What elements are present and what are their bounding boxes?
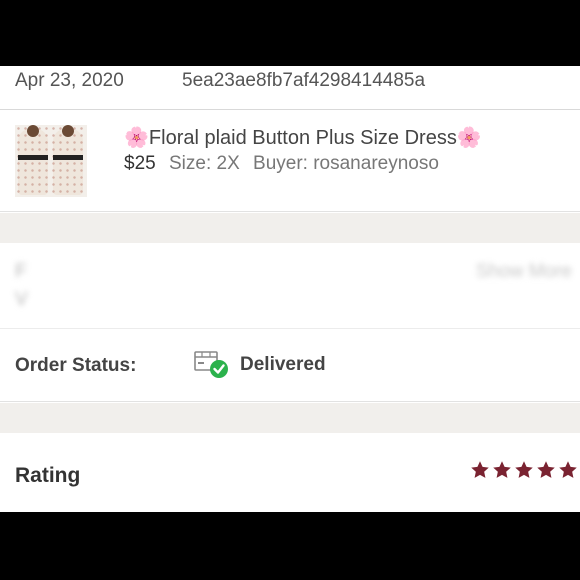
- floral-pattern: [15, 125, 87, 197]
- star-icon: [515, 461, 533, 478]
- item-row[interactable]: 🌸Floral plaid Button Plus Size Dress🌸 $2…: [0, 111, 580, 212]
- obscured-text: F: [15, 261, 27, 282]
- star-icon: [471, 461, 489, 478]
- rating-row: Rating: [0, 434, 580, 512]
- item-title-text: Floral plaid Button Plus Size Dress: [148, 127, 457, 149]
- order-status-row: Order Status: Delivered: [0, 330, 580, 402]
- item-price: $25: [124, 153, 156, 174]
- item-buyer: Buyer: rosanareynoso: [253, 153, 439, 174]
- star-icon: [559, 461, 577, 478]
- flower-icon: 🌸: [124, 127, 149, 149]
- box-check-icon: [194, 351, 228, 378]
- item-meta: $25 Size: 2X Buyer: rosanareynoso: [124, 153, 439, 175]
- flower-icon: 🌸: [456, 127, 482, 149]
- obscured-info-row: F V Show More: [0, 243, 580, 329]
- order-details-screen: Apr 23, 2020 5ea23ae8fb7af4298414485a 🌸F…: [0, 66, 580, 512]
- star-icon: [537, 461, 555, 478]
- item-thumbnail[interactable]: [15, 125, 87, 197]
- rating-label: Rating: [15, 464, 81, 487]
- item-size: Size: 2X: [168, 153, 240, 174]
- belt: [18, 155, 48, 160]
- show-more-link[interactable]: Show More: [476, 261, 572, 283]
- order-header-row: Apr 23, 2020 5ea23ae8fb7af4298414485a: [0, 66, 580, 110]
- obscured-text: V: [15, 289, 28, 310]
- star-icon: [493, 461, 511, 478]
- order-id: 5ea23ae8fb7af4298414485a: [182, 70, 426, 91]
- model-head: [27, 125, 39, 137]
- model-head: [62, 125, 74, 137]
- item-title[interactable]: 🌸Floral plaid Button Plus Size Dress🌸: [124, 125, 482, 150]
- order-date: Apr 23, 2020: [15, 70, 124, 91]
- section-divider: [0, 403, 580, 433]
- rating-stars: [470, 460, 578, 480]
- section-divider: [0, 213, 580, 243]
- belt: [53, 155, 83, 160]
- order-status-label: Order Status:: [15, 355, 137, 376]
- order-status-value: Delivered: [240, 354, 326, 375]
